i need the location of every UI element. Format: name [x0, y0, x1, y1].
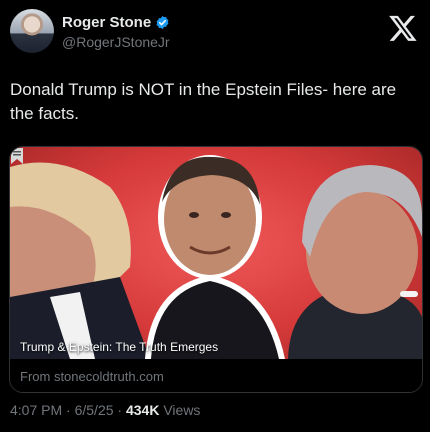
- right-figure: [288, 165, 422, 359]
- views-count[interactable]: 434K: [126, 402, 159, 418]
- x-logo-icon[interactable]: [388, 13, 418, 43]
- meta-separator: ·: [117, 402, 123, 418]
- card-photo-illustration: [10, 155, 422, 359]
- card-image[interactable]: Trump & Epstein: The Truth Emerges: [10, 147, 422, 359]
- meta-separator: ·: [66, 402, 71, 418]
- bookmark-icon[interactable]: [10, 147, 24, 165]
- author-name-row: Roger Stone: [62, 14, 170, 31]
- tweet-meta: 4:07 PM · 6/5/25 · 434K Views: [10, 402, 200, 418]
- avatar[interactable]: [10, 9, 54, 53]
- center-figure: [145, 155, 285, 359]
- card-footer[interactable]: From stonecoldtruth.com: [10, 359, 422, 392]
- author-handle[interactable]: @RogerJStoneJr: [62, 34, 170, 50]
- link-card[interactable]: Trump & Epstein: The Truth Emerges From …: [9, 146, 423, 393]
- left-figure: [10, 162, 150, 359]
- views-label[interactable]: Views: [163, 402, 200, 418]
- tweet-text: Donald Trump is NOT in the Epstein Files…: [10, 80, 397, 123]
- card-source[interactable]: From stonecoldtruth.com: [20, 369, 164, 384]
- tweet-date[interactable]: 6/5/25: [75, 402, 114, 418]
- verified-badge-icon: [156, 15, 169, 30]
- tweet-header: Roger Stone @RogerJStoneJr: [10, 9, 420, 55]
- tweet-time[interactable]: 4:07 PM: [10, 402, 62, 418]
- author-name[interactable]: Roger Stone: [62, 14, 151, 31]
- card-caption: Trump & Epstein: The Truth Emerges: [20, 340, 219, 354]
